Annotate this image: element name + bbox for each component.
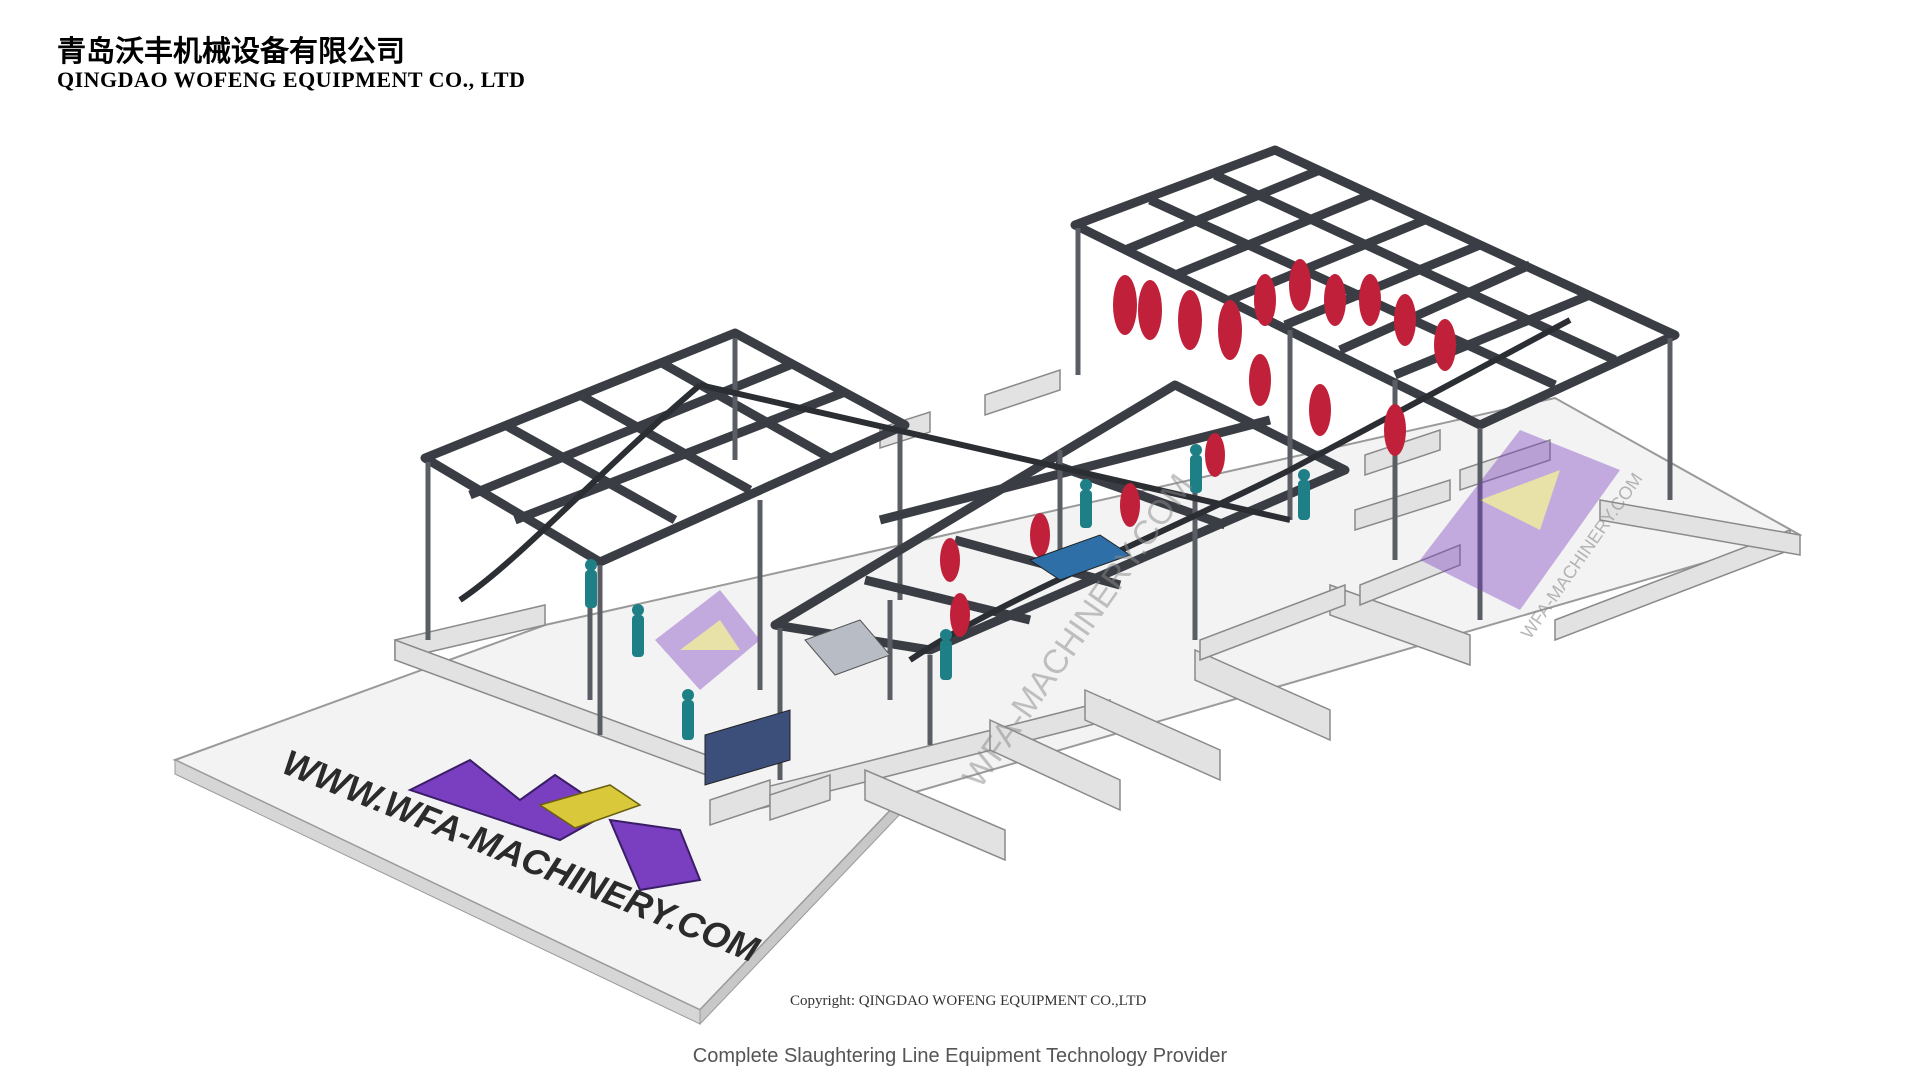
copyright-notice: Copyright: QINGDAO WOFENG EQUIPMENT CO.,… <box>790 993 1147 1009</box>
slaughter-line-isometric-drawing: WWW.WFA-MACHINERY.COM WFA-MACHINERY.COM … <box>172 145 1803 1026</box>
footer-caption: Complete Slaughtering Line Equipment Tec… <box>692 1045 1228 1067</box>
steel-frame-left <box>420 328 910 567</box>
